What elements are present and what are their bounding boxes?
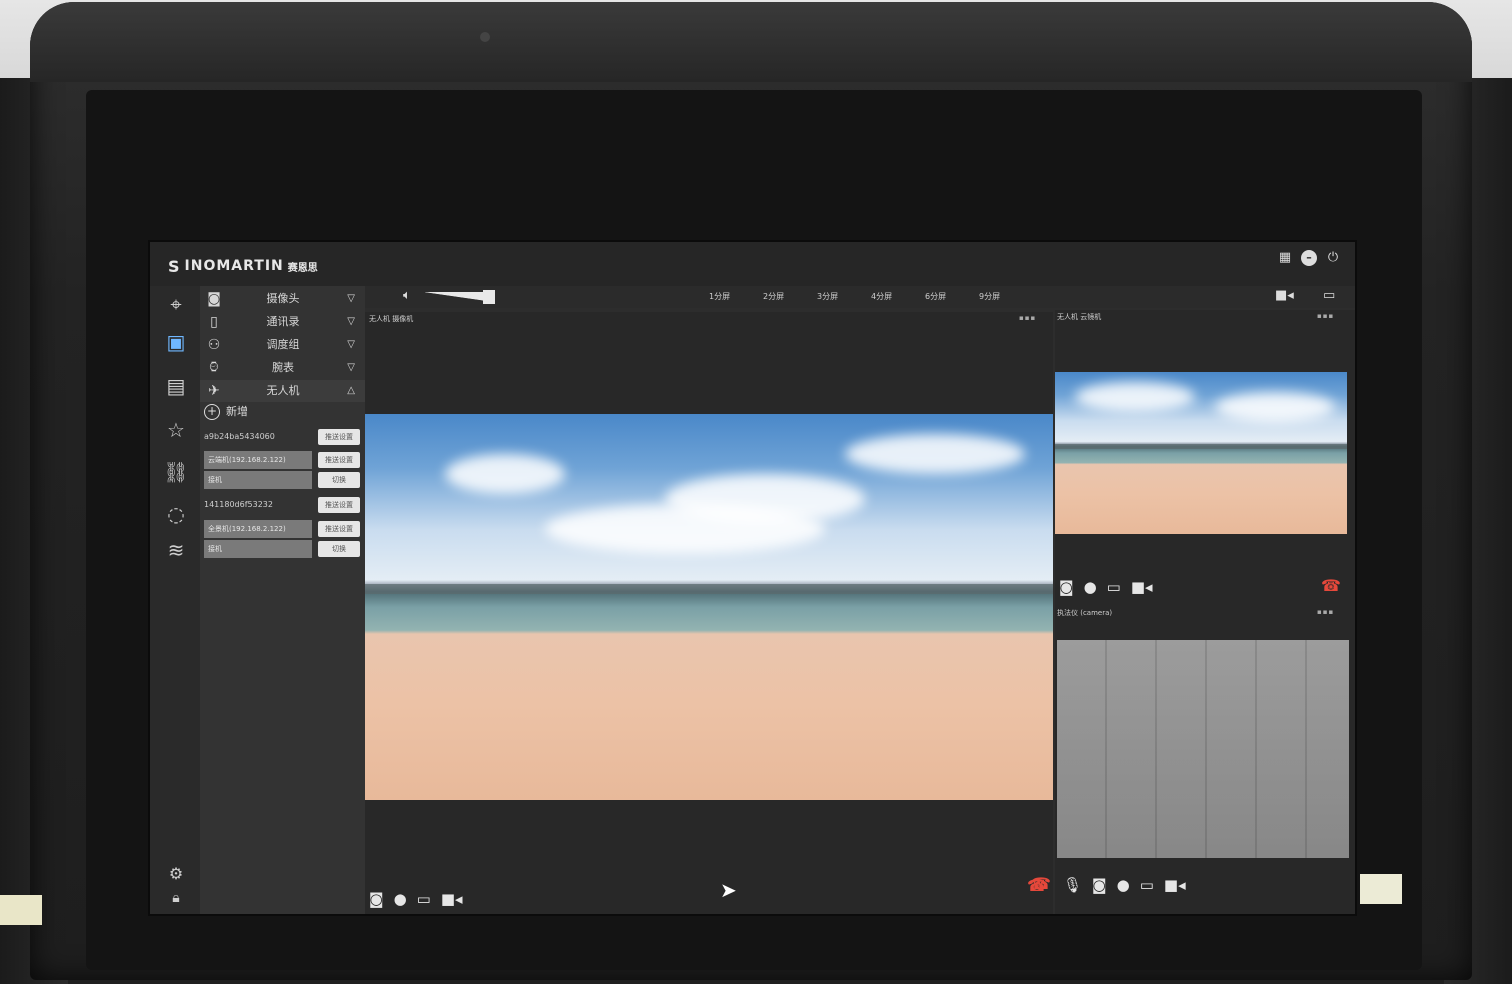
- video-camera-icon[interactable]: ■◂: [1164, 876, 1186, 894]
- pane-title: 无人机 摄像机: [369, 315, 414, 323]
- pane-window-controls[interactable]: ▪▪▪: [1317, 312, 1334, 320]
- contacts-icon: ▯: [210, 314, 218, 330]
- brand-name-cn: 赛恩思: [287, 262, 318, 274]
- snapshot-icon[interactable]: ◙: [1059, 578, 1074, 596]
- video-camera-icon[interactable]: ■◂: [1131, 578, 1153, 596]
- volume-icon[interactable]: 🔈︎: [403, 288, 411, 303]
- chevron-up-icon: △: [347, 385, 355, 396]
- tree-group-contacts[interactable]: ▯ 通讯录 ▽: [200, 311, 365, 333]
- split-tab-2[interactable]: 2分屏: [763, 291, 784, 302]
- tape-right: [1360, 874, 1402, 904]
- grid-icon[interactable]: ▦: [1277, 250, 1293, 266]
- tape-left: [0, 895, 42, 925]
- record-icon[interactable]: ●: [394, 890, 407, 908]
- brand-name: INOMARTIN: [184, 258, 284, 274]
- title-bar: S INOMARTIN 赛恩思 ▦ – ⏻: [150, 242, 1355, 286]
- device-id[interactable]: a9b24ba5434060: [204, 428, 312, 446]
- monitor-icon[interactable]: ▣: [158, 326, 194, 358]
- tree-group-watch[interactable]: ⌚︎ 腕表 ▽: [200, 357, 365, 379]
- pane-window-controls[interactable]: ▪▪▪: [1317, 608, 1334, 616]
- tree-group-dispatch[interactable]: ⚇ 调度组 ▽: [200, 334, 365, 356]
- device-camera: [480, 32, 490, 42]
- add-icon: +: [204, 404, 220, 420]
- main-pane-controls: ◙ ● ▭ ■◂: [369, 890, 463, 908]
- right-video-panes: 无人机 云镜机 ▪▪▪ ◙ ● ▭ ■◂ ☎︎ 执法仪 (camera) ▪▪▪…: [1027, 310, 1355, 914]
- tree-group-camera[interactable]: ◙ 摄像头 ▽: [200, 288, 365, 310]
- right-bottom-pane-controls: 🎙︎ ◙ ● ▭ ■◂: [1063, 876, 1186, 894]
- push-settings-button[interactable]: 推送设置: [318, 429, 360, 445]
- device-id[interactable]: 141180d6f53232: [204, 496, 312, 514]
- device-tree: ◙ 摄像头 ▽ ▯ 通讯录 ▽ ⚇ 调度组 ▽ ⌚︎ 腕表 ▽ ✈︎ 无人机 △…: [200, 286, 412, 914]
- app-logo: S INOMARTIN 赛恩思: [168, 256, 318, 276]
- screen-share-icon[interactable]: ▭: [417, 890, 431, 908]
- layout-toolbar: 🔈︎ 1分屏 2分屏 3分屏 4分屏 6分屏 9分屏 ■◂ ▭: [365, 286, 1355, 308]
- record-icon[interactable]: ●: [1084, 578, 1097, 596]
- device-sub[interactable]: 接机: [204, 540, 312, 558]
- screen-share-icon[interactable]: ▭: [1140, 876, 1154, 894]
- chevron-down-icon: ▽: [347, 293, 355, 304]
- hangup-icon[interactable]: ☎︎: [1027, 876, 1047, 895]
- push-settings-button[interactable]: 推送设置: [318, 497, 360, 513]
- logo-mark-icon: S: [168, 256, 181, 276]
- split-tab-9[interactable]: 9分屏: [979, 291, 1000, 302]
- right-top-pane-controls: ◙ ● ▭ ■◂: [1059, 578, 1153, 596]
- video-camera-icon[interactable]: ■◂: [441, 890, 463, 908]
- nav-rail: ⌖ ▣ ▤ ☆ ⛓ ◌ ≋ ⚙ 🔒︎: [150, 286, 200, 914]
- volume-slider-knob[interactable]: [483, 290, 495, 304]
- watch-icon: ⌚︎: [207, 360, 221, 376]
- split-tab-4[interactable]: 4分屏: [871, 291, 892, 302]
- split-tab-1[interactable]: 1分屏: [709, 291, 730, 302]
- chevron-down-icon: ▽: [347, 339, 355, 350]
- app-screen: S INOMARTIN 赛恩思 ▦ – ⏻ ⌖ ▣ ▤ ☆ ⛓ ◌ ≋ ⚙ 🔒︎…: [150, 242, 1355, 914]
- window-controls: ▦ – ⏻: [1277, 250, 1341, 266]
- link-icon[interactable]: ⛓: [158, 456, 194, 488]
- chevron-down-icon: ▽: [347, 316, 355, 327]
- switch-button[interactable]: 切换: [318, 541, 360, 557]
- add-device-button[interactable]: + 新增: [204, 402, 248, 422]
- body-cam-video-feed[interactable]: [1057, 640, 1349, 858]
- snapshot-icon[interactable]: ◙: [369, 890, 384, 908]
- document-icon[interactable]: ▤: [158, 370, 194, 402]
- main-video-pane[interactable]: 无人机 摄像机 ▪▪▪ ◙ ● ▭ ■◂ ☎︎: [365, 312, 1053, 914]
- minimize-icon[interactable]: –: [1301, 250, 1317, 266]
- lock-icon[interactable]: 🔒︎: [158, 882, 194, 914]
- chevron-down-icon: ▽: [347, 362, 355, 373]
- star-icon[interactable]: ☆: [158, 414, 194, 446]
- microphone-icon[interactable]: 🎙︎: [1063, 876, 1082, 894]
- switch-button[interactable]: 切换: [318, 472, 360, 488]
- snapshot-icon[interactable]: ◙: [1092, 876, 1107, 894]
- tree-group-drone[interactable]: ✈︎ 无人机 △: [200, 380, 365, 402]
- push-settings-button[interactable]: 推送设置: [318, 452, 360, 468]
- device-ip[interactable]: 全景机(192.168.2.122): [204, 520, 312, 538]
- pane-title: 执法仪 (camera): [1057, 609, 1113, 617]
- screen-share-icon[interactable]: ▭: [1107, 578, 1121, 596]
- chat-icon[interactable]: ◌: [158, 498, 194, 530]
- split-tab-3[interactable]: 3分屏: [817, 291, 838, 302]
- drone-video-feed[interactable]: [365, 414, 1053, 800]
- device-ip[interactable]: 云端机(192.168.2.122): [204, 451, 312, 469]
- push-settings-button[interactable]: 推送设置: [318, 521, 360, 537]
- device-lid: [30, 2, 1472, 82]
- power-icon[interactable]: ⏻: [1325, 250, 1341, 266]
- screen-share-icon[interactable]: ▭: [1323, 288, 1335, 303]
- hangup-icon[interactable]: ☎︎: [1321, 576, 1341, 595]
- split-tab-6[interactable]: 6分屏: [925, 291, 946, 302]
- device-sub[interactable]: 接机: [204, 471, 312, 489]
- video-camera-icon[interactable]: ■◂: [1275, 288, 1294, 303]
- group-icon: ⚇: [207, 337, 221, 353]
- mouse-cursor: ➤: [720, 878, 737, 902]
- gimbal-video-feed[interactable]: [1055, 372, 1347, 534]
- pane-window-controls[interactable]: ▪▪▪: [1019, 314, 1036, 322]
- drone-icon: ✈︎: [208, 383, 220, 399]
- camera-icon: ◙: [207, 291, 221, 307]
- record-icon[interactable]: ●: [1117, 876, 1130, 894]
- route-icon[interactable]: ≋: [158, 534, 194, 566]
- map-icon[interactable]: ⌖: [158, 288, 194, 320]
- pane-title: 无人机 云镜机: [1057, 313, 1102, 321]
